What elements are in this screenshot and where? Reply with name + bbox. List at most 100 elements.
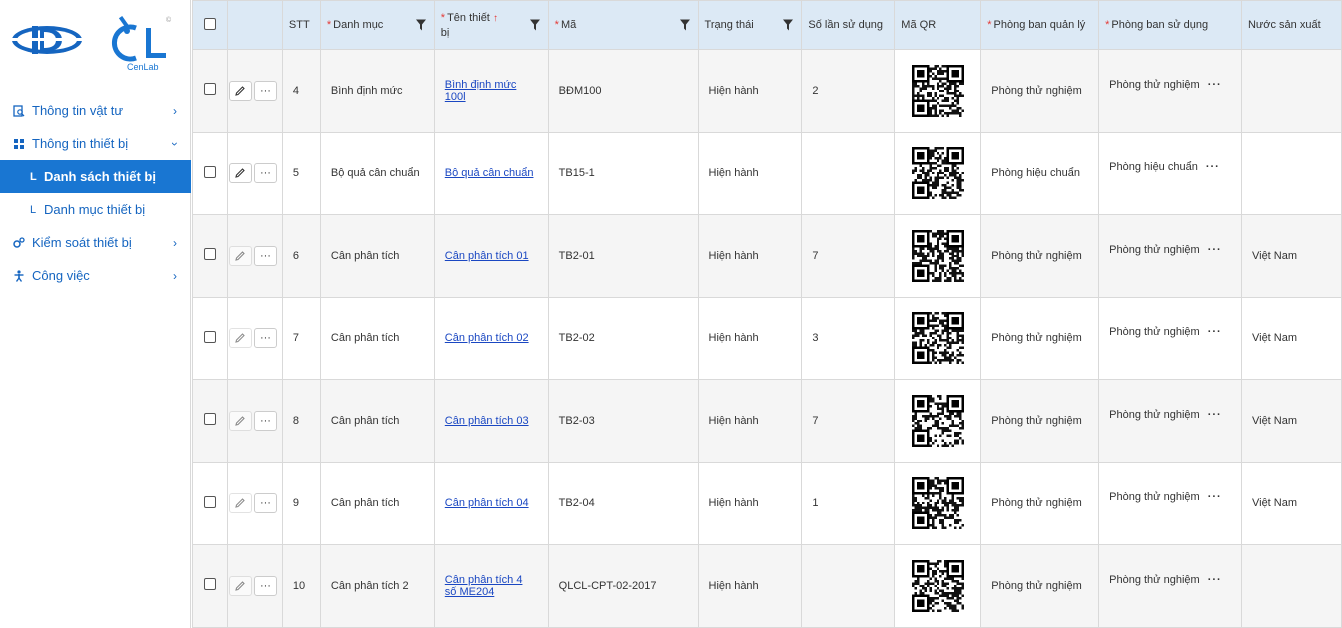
more-tags-icon[interactable]: ··· — [1208, 491, 1222, 503]
table-row[interactable]: ··· 7 Cân phân tích Cân phân tích 02 TB2-02 H… — [192, 296, 1342, 380]
header-label: Danh mục — [333, 19, 384, 31]
table-row[interactable]: ··· 10 Cân phân tích 2 Cân phân tích 4 số ME… — [192, 544, 1342, 628]
row-actions-cell: ··· — [226, 214, 283, 298]
row-actions-cell: ··· — [226, 131, 283, 215]
more-actions-button[interactable]: ··· — [253, 80, 277, 101]
row-checkbox[interactable] — [203, 578, 216, 591]
header-select-all[interactable] — [192, 0, 228, 50]
qr-code-icon[interactable] — [906, 389, 969, 452]
edit-icon[interactable] — [228, 493, 252, 514]
sidebar-item-thong-tin-vat-tu[interactable]: Thông tin vật tư › — [0, 94, 191, 127]
cell-danh-muc: Cân phân tích — [319, 214, 435, 298]
header-so-lan-su-dung[interactable]: Số lần sử dụng — [801, 0, 896, 50]
filter-icon[interactable] — [529, 19, 540, 31]
header-label: Tên thiết — [447, 11, 490, 24]
edit-icon[interactable] — [228, 163, 252, 184]
sidebar-item-thong-tin-thiet-bi[interactable]: Thông tin thiết bị › — [0, 127, 191, 160]
row-select-cell[interactable] — [192, 461, 228, 545]
edit-icon[interactable] — [228, 328, 252, 349]
more-tags-icon[interactable]: ··· — [1208, 409, 1222, 421]
edit-icon[interactable] — [228, 245, 252, 266]
row-actions-cell: ··· — [226, 379, 283, 463]
device-name-link[interactable]: Cân phân tích 01 — [445, 250, 529, 262]
device-name-link[interactable]: Cân phân tích 4 số ME204 — [445, 574, 523, 598]
header-danh-muc[interactable]: * Danh mục — [319, 0, 435, 50]
filter-icon[interactable] — [783, 19, 794, 31]
copyright-mark: © — [166, 17, 172, 24]
select-all-checkbox[interactable] — [203, 17, 216, 30]
cell-ten-thiet-bi: Cân phân tích 02 — [433, 296, 549, 380]
device-name-link[interactable]: Cân phân tích 03 — [445, 415, 529, 427]
table-row[interactable]: ··· 6 Cân phân tích Cân phân tích 01 TB2-01 H… — [192, 214, 1342, 298]
table-row[interactable]: ··· 4 Bình định mức Bình định mức 100l BĐM100… — [192, 49, 1342, 133]
more-actions-button[interactable]: ··· — [253, 493, 277, 514]
row-checkbox[interactable] — [203, 248, 216, 261]
device-table-container[interactable]: STT * Danh mục * Tên thiết ↑ bị * Mã Trạng … — [192, 0, 1342, 628]
more-tags-icon[interactable]: ··· — [1208, 79, 1222, 91]
qr-code-icon[interactable] — [906, 554, 969, 617]
sort-asc-icon[interactable]: ↑ — [493, 13, 498, 24]
header-ma[interactable]: * Mã — [547, 0, 699, 50]
table-row[interactable]: ··· 9 Cân phân tích Cân phân tích 04 TB2-04 H… — [192, 461, 1342, 545]
device-name-link[interactable]: Bộ quả cân chuẩn — [445, 167, 534, 179]
qr-code-icon[interactable] — [906, 472, 969, 535]
device-name-link[interactable]: Cân phân tích 04 — [445, 497, 529, 509]
row-select-cell[interactable] — [192, 379, 228, 463]
row-select-cell[interactable] — [192, 544, 228, 628]
sidebar-item-danh-sach-thiet-bi[interactable]: L Danh sách thiết bị — [0, 160, 191, 193]
more-actions-button[interactable]: ··· — [253, 245, 277, 266]
row-checkbox[interactable] — [203, 83, 216, 96]
device-name-link[interactable]: Cân phân tích 02 — [445, 332, 529, 344]
filter-icon[interactable] — [415, 19, 426, 31]
row-checkbox[interactable] — [203, 495, 216, 508]
more-actions-button[interactable]: ··· — [253, 163, 277, 184]
row-select-cell[interactable] — [192, 214, 228, 298]
more-tags-icon[interactable]: ··· — [1208, 244, 1222, 256]
header-trang-thai[interactable]: Trạng thái — [697, 0, 803, 50]
device-name-line2: 100l — [444, 90, 466, 103]
more-actions-button[interactable]: ··· — [253, 575, 277, 596]
department-label: Phòng thử nghiệm — [1109, 408, 1200, 421]
header-ma-qr[interactable]: Mã QR — [894, 0, 982, 50]
more-tags-icon[interactable]: ··· — [1208, 574, 1222, 586]
required-mark: * — [440, 11, 446, 24]
row-checkbox[interactable] — [203, 413, 216, 426]
table-row[interactable]: ··· 8 Cân phân tích Cân phân tích 03 TB2-03 H… — [192, 379, 1342, 463]
header-nuoc-san-xuat[interactable]: Nước sản xuất — [1240, 0, 1342, 50]
qr-code-icon[interactable] — [906, 224, 969, 287]
cell-nuoc-san-xuat — [1240, 544, 1342, 628]
header-phong-ban-quan-ly[interactable]: * Phòng ban quản lý — [980, 0, 1100, 50]
department-label: Phòng thử nghiệm — [1109, 573, 1200, 586]
more-tags-icon[interactable]: ··· — [1206, 161, 1220, 173]
qr-code-icon[interactable] — [906, 307, 969, 370]
edit-icon[interactable] — [228, 410, 252, 431]
qr-code-icon[interactable] — [906, 59, 969, 122]
header-actions — [226, 0, 283, 50]
sidebar-item-kiem-soat-thiet-bi[interactable]: Kiểm soát thiết bị › — [0, 226, 191, 259]
row-checkbox[interactable] — [203, 165, 216, 178]
qr-code-icon[interactable] — [906, 142, 969, 205]
cell-phong-ban-quan-ly: Phòng thử nghiệm — [980, 49, 1100, 133]
required-mark: * — [554, 19, 559, 31]
row-checkbox[interactable] — [203, 330, 216, 343]
header-phong-ban-su-dung[interactable]: * Phòng ban sử dụng — [1098, 0, 1242, 50]
cell-stt: 5 — [281, 131, 321, 215]
table-row[interactable]: ··· 5 Bộ quả cân chuẩn Bộ quả cân chuẩn TB15… — [192, 131, 1342, 215]
row-select-cell[interactable] — [192, 296, 228, 380]
sidebar: CenLab © Thông tin vật tư › Thông tin th… — [0, 0, 191, 628]
row-select-cell[interactable] — [192, 49, 228, 133]
more-tags-icon[interactable]: ··· — [1208, 326, 1222, 338]
row-select-cell[interactable] — [192, 131, 228, 215]
header-ten-thiet-bi[interactable]: * Tên thiết ↑ bị — [433, 0, 549, 50]
sidebar-item-danh-muc-thiet-bi[interactable]: L Danh mục thiết bị — [0, 193, 191, 226]
filter-icon[interactable] — [679, 19, 690, 31]
edit-icon[interactable] — [228, 575, 252, 596]
header-stt[interactable]: STT — [281, 0, 321, 50]
cell-ma-qr — [894, 49, 982, 133]
more-actions-button[interactable]: ··· — [253, 328, 277, 349]
cell-ma-qr — [894, 131, 982, 215]
edit-icon[interactable] — [228, 80, 252, 101]
more-actions-button[interactable]: ··· — [253, 410, 277, 431]
sidebar-item-cong-viec[interactable]: Công việc › — [0, 259, 191, 292]
device-name-link[interactable]: Bình định mức 100l — [445, 79, 517, 103]
